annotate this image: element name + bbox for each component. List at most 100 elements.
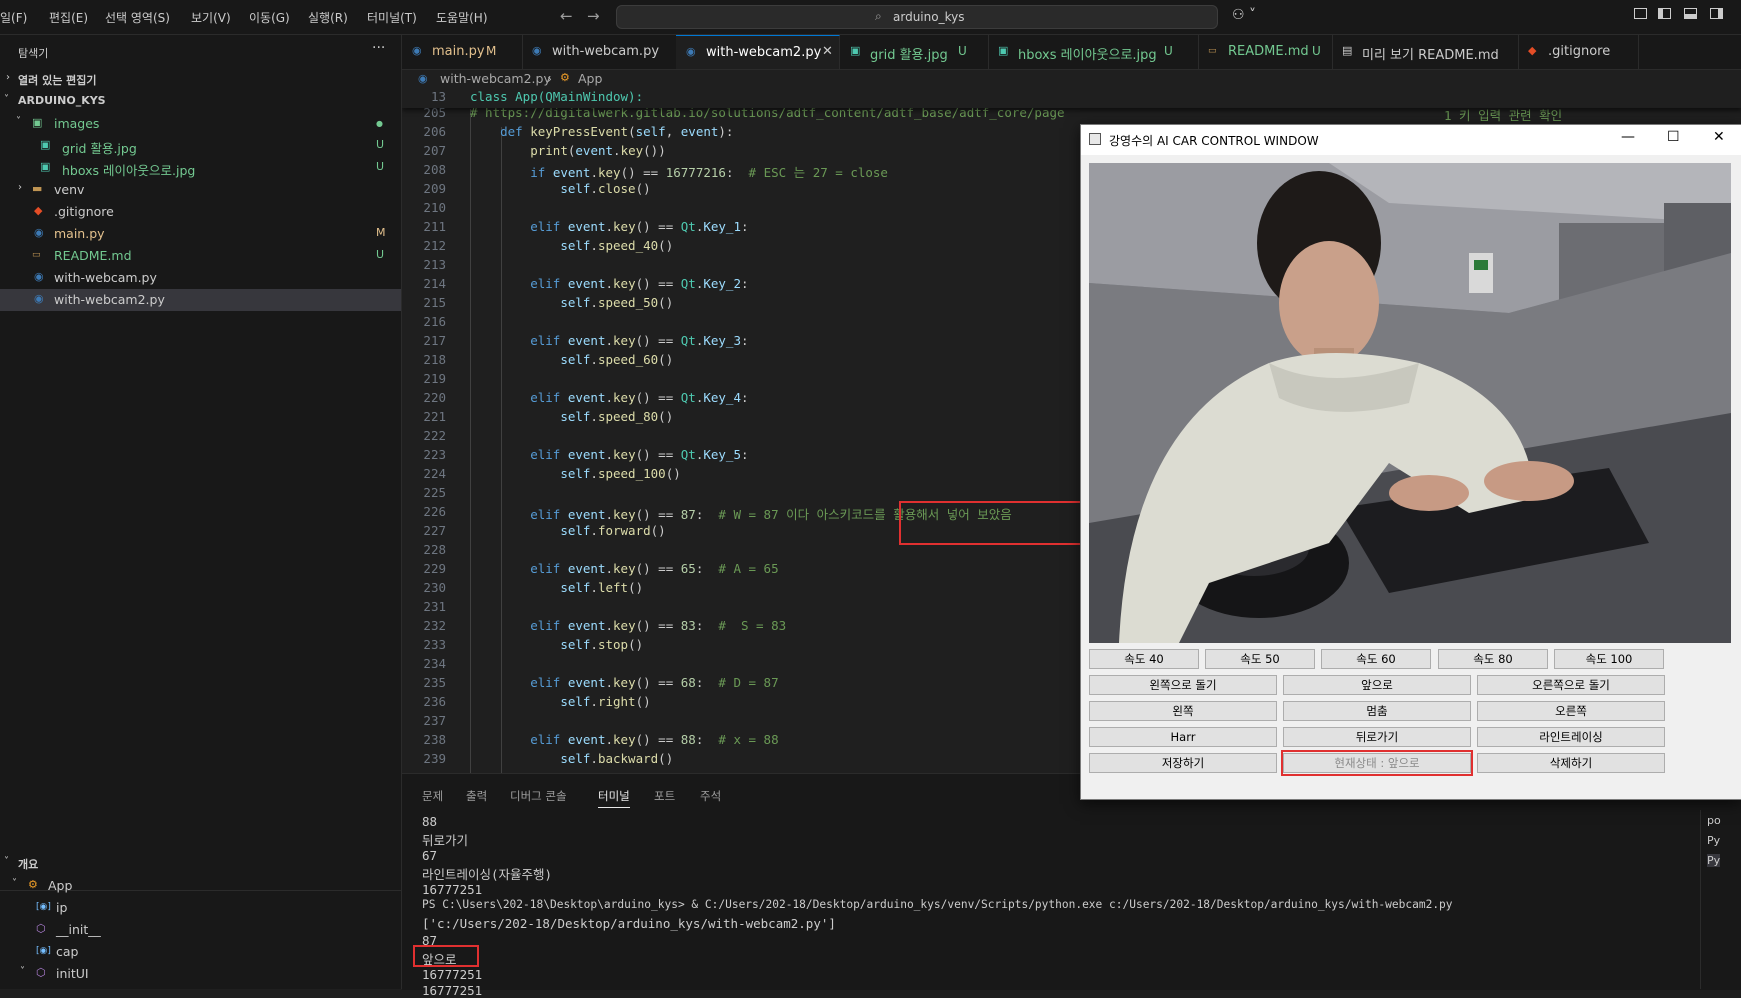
window-title-bar[interactable]: 강영수의 AI CAR CONTROL WINDOW — ☐ ✕ xyxy=(1081,125,1741,155)
breadcrumb: ◉ with-webcam2.py › ⚙ App xyxy=(402,69,1741,89)
tree-file-gitignore[interactable]: ◆ .gitignore xyxy=(0,201,401,223)
terminal-instance[interactable]: Py xyxy=(1707,854,1721,867)
method-icon: ⬡ xyxy=(36,966,46,979)
tab-readme[interactable]: ▭ README.md U xyxy=(1198,35,1333,69)
toggle-primary-sidebar-icon[interactable] xyxy=(1658,8,1671,19)
outline-item-ip[interactable]: [◉] ip xyxy=(0,897,401,919)
speed-40-button[interactable]: 속도 40 xyxy=(1089,649,1199,669)
speed-60-button[interactable]: 속도 60 xyxy=(1321,649,1431,669)
close-icon[interactable]: ✕ xyxy=(822,44,833,59)
minimize-icon[interactable]: — xyxy=(1621,129,1635,145)
menu-bar: 일(F) 편집(E) 선택 영역(S) 보기(V) 이동(G) 실행(R) 터미… xyxy=(0,0,1741,35)
customize-layout-icon[interactable] xyxy=(1634,8,1647,19)
forward-arrow-icon[interactable]: → xyxy=(587,7,600,25)
tab-main-py[interactable]: ◉ main.py M xyxy=(402,35,523,69)
tree-file-hboxs[interactable]: ▣ hboxs 레이아웃으로.jpg U xyxy=(0,157,401,179)
editor-tab-bar: ◉ main.py M ◉ with-webcam.py ◉ with-webc… xyxy=(402,35,1741,70)
more-actions-icon[interactable]: ··· xyxy=(372,40,385,56)
tab-gitignore[interactable]: ◆ .gitignore xyxy=(1518,35,1639,69)
menu-terminal[interactable]: 터미널(T) xyxy=(367,9,417,26)
tab-with-webcam[interactable]: ◉ with-webcam.py xyxy=(522,35,677,69)
outline-item-init[interactable]: ⬡ __init__ xyxy=(0,919,401,941)
python-icon: ◉ xyxy=(686,45,696,58)
close-icon[interactable]: ✕ xyxy=(1713,129,1725,145)
harr-button[interactable]: Harr xyxy=(1089,727,1277,747)
panel-tab-debug-console[interactable]: 디버그 콘솔 xyxy=(510,788,567,804)
tree-item-label: README.md xyxy=(54,248,132,263)
python-icon: ◉ xyxy=(34,270,44,283)
menu-edit[interactable]: 편집(E) xyxy=(49,9,88,26)
tab-preview-readme[interactable]: ▤ 미리 보기 README.md xyxy=(1332,35,1519,69)
maximize-icon[interactable]: ☐ xyxy=(1667,129,1680,145)
menu-help[interactable]: 도움말(H) xyxy=(436,9,488,26)
tree-item-label: hboxs 레이아웃으로.jpg xyxy=(62,163,196,178)
toggle-panel-icon[interactable] xyxy=(1684,8,1697,19)
tree-file-main[interactable]: ◉ main.py M xyxy=(0,223,401,245)
menu-view[interactable]: 보기(V) xyxy=(191,9,231,26)
menu-run[interactable]: 실행(R) xyxy=(308,9,348,26)
save-button[interactable]: 저장하기 xyxy=(1089,753,1277,773)
tab-hboxs-jpg[interactable]: ▣ hboxs 레이아웃으로.jpg U xyxy=(988,35,1199,69)
chevron-down-icon: ˅ xyxy=(4,94,9,105)
outline-item-label: cap xyxy=(56,944,79,959)
outline-item-app[interactable]: ˅ ⚙ App xyxy=(0,875,401,897)
tree-item-label: grid 활용.jpg xyxy=(62,141,137,156)
tab-grid-jpg[interactable]: ▣ grid 활용.jpg U xyxy=(840,35,989,69)
tree-file-with-webcam2[interactable]: ◉ with-webcam2.py xyxy=(0,289,401,311)
tree-folder-images[interactable]: ˅ ▣ images ● xyxy=(0,113,401,135)
panel-tab-comments[interactable]: 주석 xyxy=(700,788,721,804)
speed-80-button[interactable]: 속도 80 xyxy=(1438,649,1548,669)
copilot-icon[interactable]: ⚇ ˅ xyxy=(1232,7,1256,23)
toggle-secondary-sidebar-icon[interactable] xyxy=(1710,8,1723,19)
right-button[interactable]: 오른쪽 xyxy=(1477,701,1665,721)
workspace-root[interactable]: ˅ ARDUINO_KYS xyxy=(0,91,401,113)
git-icon: ◆ xyxy=(1528,44,1537,57)
tab-with-webcam2[interactable]: ◉ with-webcam2.py ✕ xyxy=(676,35,840,69)
tab-status: U xyxy=(958,44,967,58)
open-editors-section[interactable]: › 열려 있는 편집기 xyxy=(0,69,401,91)
tree-folder-venv[interactable]: › ▬ venv xyxy=(0,179,401,201)
chevron-down-icon: ˅ xyxy=(16,116,21,127)
chevron-down-icon: ˅ xyxy=(4,856,9,867)
turn-right-button[interactable]: 오른쪽으로 돌기 xyxy=(1477,675,1665,695)
menu-selection[interactable]: 선택 영역(S) xyxy=(105,9,170,26)
delete-button[interactable]: 삭제하기 xyxy=(1477,753,1665,773)
turn-left-button[interactable]: 왼쪽으로 돌기 xyxy=(1089,675,1277,695)
terminal-instance[interactable]: Py xyxy=(1707,834,1720,847)
back-arrow-icon[interactable]: ← xyxy=(560,7,573,25)
terminal-instance[interactable]: po xyxy=(1707,814,1721,827)
speed-50-button[interactable]: 속도 50 xyxy=(1205,649,1315,669)
folder-icon: ▬ xyxy=(32,182,43,195)
stop-button[interactable]: 멈춤 xyxy=(1283,701,1471,721)
tree-file-readme[interactable]: ▭ README.md U xyxy=(0,245,401,267)
menu-file[interactable]: 일(F) xyxy=(0,9,27,26)
breadcrumb-symbol[interactable]: App xyxy=(578,71,602,86)
line-tracing-button[interactable]: 라인트레이싱 xyxy=(1477,727,1665,747)
markdown-icon: ▭ xyxy=(32,250,41,260)
outline-item-label: App xyxy=(48,878,73,893)
speed-100-button[interactable]: 속도 100 xyxy=(1554,649,1664,669)
menu-go[interactable]: 이동(G) xyxy=(249,9,290,26)
tree-item-label: .gitignore xyxy=(54,204,114,219)
outline-header[interactable]: ˅ 개요 xyxy=(0,853,401,875)
terminal-line: 16777251 xyxy=(422,882,483,897)
panel-tab-problems[interactable]: 문제 xyxy=(422,788,443,804)
tree-file-with-webcam[interactable]: ◉ with-webcam.py xyxy=(0,267,401,289)
python-icon: ◉ xyxy=(532,44,542,57)
backward-button[interactable]: 뒤로가기 xyxy=(1283,727,1471,747)
outline-title: 개요 xyxy=(18,858,39,871)
tab-label: README.md xyxy=(1228,44,1309,59)
sticky-scroll-line[interactable]: 13 class App(QMainWindow): xyxy=(402,89,1741,108)
panel-tab-ports[interactable]: 포트 xyxy=(654,788,675,804)
breadcrumb-file[interactable]: with-webcam2.py xyxy=(440,71,551,86)
panel-tab-terminal[interactable]: 터미널 xyxy=(598,788,630,808)
command-search-input[interactable]: ⌕ arduino_kys xyxy=(616,5,1218,29)
outline-item-cap[interactable]: [◉] cap xyxy=(0,941,401,963)
outline-item-initui[interactable]: ˅ ⬡ initUI xyxy=(0,963,401,985)
left-button[interactable]: 왼쪽 xyxy=(1089,701,1277,721)
tab-label: with-webcam2.py xyxy=(706,45,822,60)
panel-tab-output[interactable]: 출력 xyxy=(466,788,487,804)
forward-button[interactable]: 앞으로 xyxy=(1283,675,1471,695)
tree-file-grid[interactable]: ▣ grid 활용.jpg U xyxy=(0,135,401,157)
sticky-line-number: 13 xyxy=(430,89,446,104)
